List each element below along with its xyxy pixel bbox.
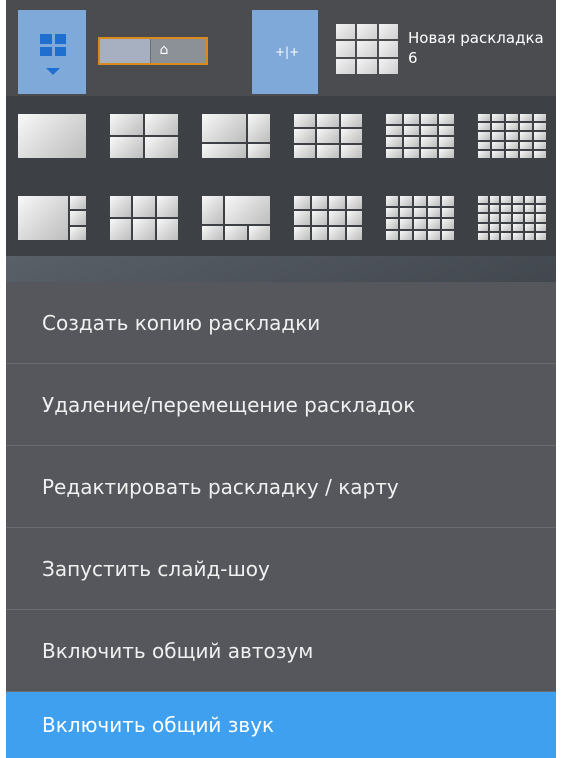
template-row xyxy=(18,196,548,240)
menu-item-delete-move-layouts[interactable]: Удаление/перемещение раскладок xyxy=(6,364,556,446)
chevron-down-icon xyxy=(46,68,60,75)
menu-item-copy-layout[interactable]: Создать копию раскладки xyxy=(6,282,556,364)
layout-templates-panel xyxy=(6,96,556,266)
template-1x1[interactable] xyxy=(18,114,86,158)
template-5x5[interactable] xyxy=(478,114,546,158)
menu-item-start-slideshow[interactable]: Запустить слайд-шоу xyxy=(6,528,556,610)
template-5x4[interactable] xyxy=(386,196,454,240)
layout-context-menu: Создать копию раскладки Удаление/перемещ… xyxy=(6,282,556,758)
app-window: ⌂ +|+ Новая раскладка 6 Создать копию ра… xyxy=(6,0,556,758)
template-4x4[interactable] xyxy=(386,114,454,158)
collapse-button[interactable]: +|+ xyxy=(252,10,318,94)
template-1plus5[interactable] xyxy=(202,114,270,158)
current-layout-tab[interactable]: Новая раскладка 6 xyxy=(328,10,556,94)
layout-grid-icon xyxy=(336,24,398,74)
template-2plus3[interactable] xyxy=(202,196,270,240)
toolbar: ⌂ +|+ Новая раскладка 6 xyxy=(6,0,556,96)
home-icon[interactable]: ⌂ xyxy=(155,41,173,59)
template-row xyxy=(18,114,548,158)
menu-item-enable-autozoom[interactable]: Включить общий автозум xyxy=(6,610,556,692)
navigator-segment xyxy=(100,39,151,63)
grid-icon xyxy=(40,34,66,56)
template-6x5[interactable] xyxy=(478,196,546,240)
expand-horizontal-icon: +|+ xyxy=(275,45,300,59)
layouts-menu-button[interactable] xyxy=(18,10,86,94)
template-2x2[interactable] xyxy=(110,114,178,158)
template-3x2[interactable] xyxy=(110,196,178,240)
layout-navigator[interactable]: ⌂ xyxy=(98,37,208,65)
menu-item-enable-sound[interactable]: Включить общий звук xyxy=(6,692,556,758)
template-3x3[interactable] xyxy=(294,114,362,158)
menu-item-edit-layout-map[interactable]: Редактировать раскладку / карту xyxy=(6,446,556,528)
template-1plus3[interactable] xyxy=(18,196,86,240)
current-layout-name: Новая раскладка 6 xyxy=(408,29,544,67)
template-4x3[interactable] xyxy=(294,196,362,240)
